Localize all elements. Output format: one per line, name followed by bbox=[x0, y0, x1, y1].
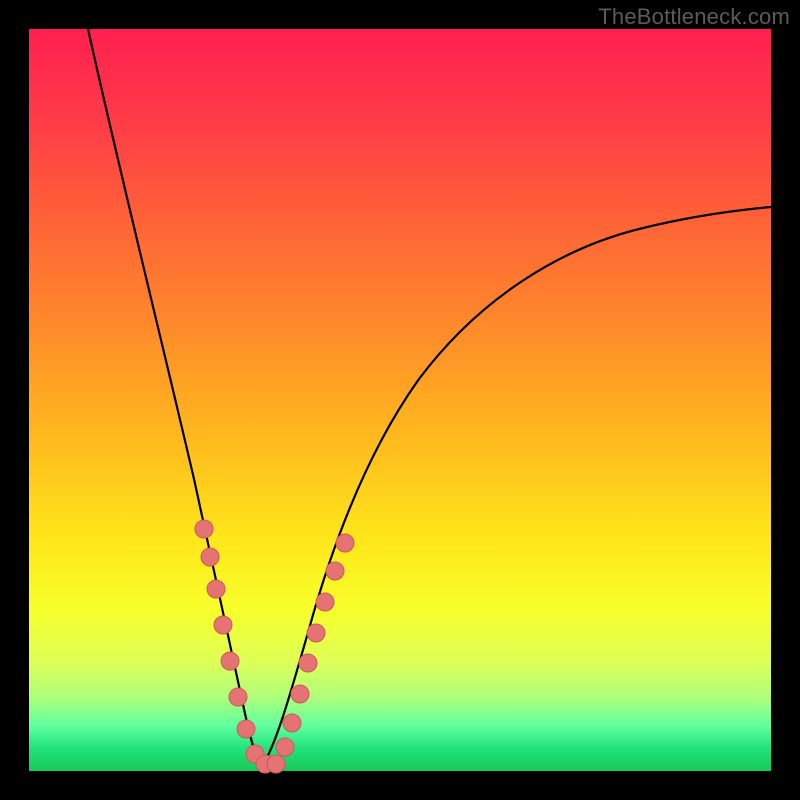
marker-dot bbox=[283, 714, 301, 732]
marker-dot bbox=[291, 685, 309, 703]
chart-frame: TheBottleneck.com bbox=[0, 0, 800, 800]
plot-area bbox=[29, 29, 771, 771]
chart-svg bbox=[29, 29, 771, 771]
marker-dot bbox=[316, 593, 334, 611]
marker-dot bbox=[307, 624, 325, 642]
marker-dot bbox=[201, 548, 219, 566]
marker-dot bbox=[267, 755, 285, 773]
marker-dot bbox=[237, 720, 255, 738]
marker-dot bbox=[326, 562, 344, 580]
marker-dot bbox=[195, 520, 213, 538]
watermark-text: TheBottleneck.com bbox=[598, 4, 790, 30]
curve-right-branch bbox=[261, 207, 771, 767]
marker-dot bbox=[207, 580, 225, 598]
marker-dot bbox=[336, 534, 354, 552]
marker-dot bbox=[299, 654, 317, 672]
marker-dot bbox=[221, 652, 239, 670]
marker-dot bbox=[229, 688, 247, 706]
marker-dot bbox=[214, 616, 232, 634]
marker-dot bbox=[276, 738, 294, 756]
